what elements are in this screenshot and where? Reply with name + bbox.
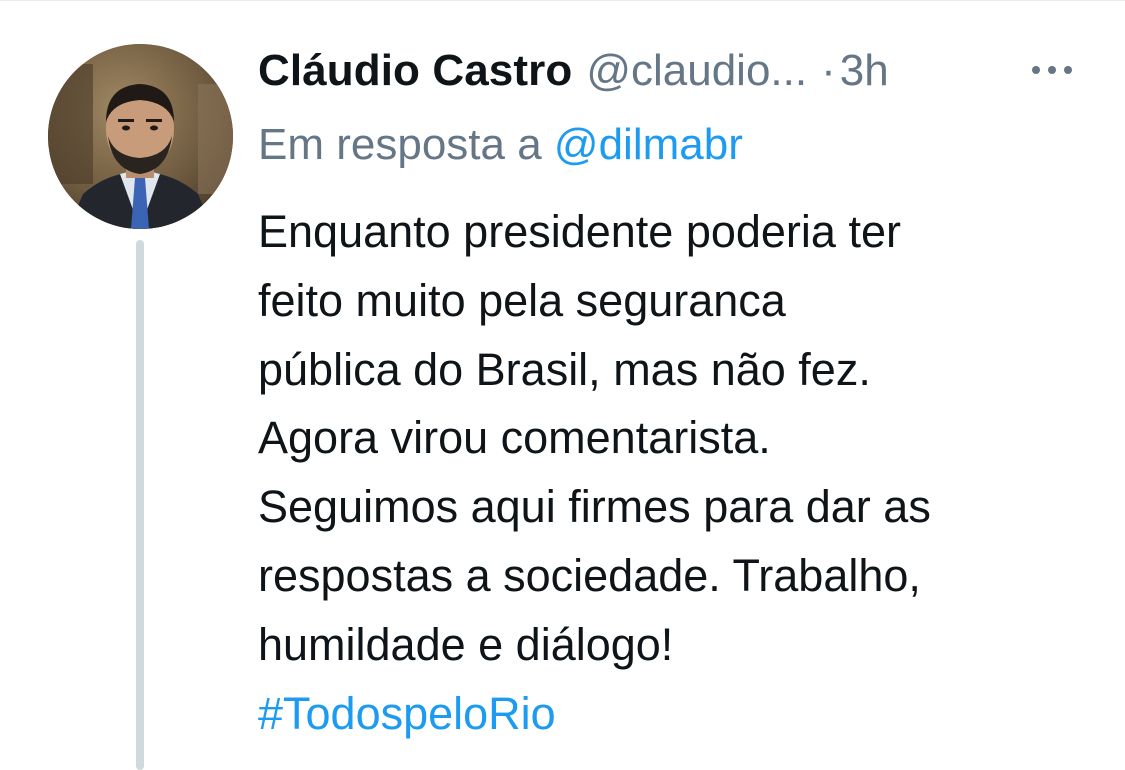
avatar[interactable] [48, 44, 233, 229]
tweet-timestamp[interactable]: 3h [840, 38, 889, 104]
tweet[interactable]: Cláudio Castro @claudio... · 3h Em respo… [0, 0, 1125, 770]
separator-dot: · [821, 46, 836, 95]
tweet-text-line: Agora virou comentarista. [258, 412, 771, 464]
author-handle[interactable]: @claudio... [586, 38, 807, 104]
tweet-text: Enquanto presidente poderia ter feito mu… [258, 198, 1088, 748]
tweet-text-line: respostas a sociedade. Trabalho, [258, 549, 921, 601]
more-horizontal-icon[interactable] [1030, 58, 1074, 82]
thread-line [136, 240, 144, 770]
tweet-text-line: feito muito pela seguranca [258, 274, 786, 326]
profile-photo-icon [48, 44, 233, 229]
tweet-text-line: humildade e diálogo! [258, 618, 674, 670]
hashtag-link[interactable]: #TodospeloRio [258, 680, 1088, 749]
tweet-text-line: pública do Brasil, mas não fez. [258, 343, 871, 395]
reply-prefix: Em resposta a [258, 120, 542, 169]
tweet-header: Cláudio Castro @claudio... · 3h [258, 38, 1098, 104]
reply-context: Em resposta a @dilmabr [258, 112, 743, 178]
reply-mention-link[interactable]: @dilmabr [554, 120, 743, 169]
tweet-text-line: Enquanto presidente poderia ter [258, 206, 901, 257]
author-display-name[interactable]: Cláudio Castro [258, 38, 572, 104]
tweet-text-line: Seguimos aqui firmes para dar as [258, 481, 931, 533]
